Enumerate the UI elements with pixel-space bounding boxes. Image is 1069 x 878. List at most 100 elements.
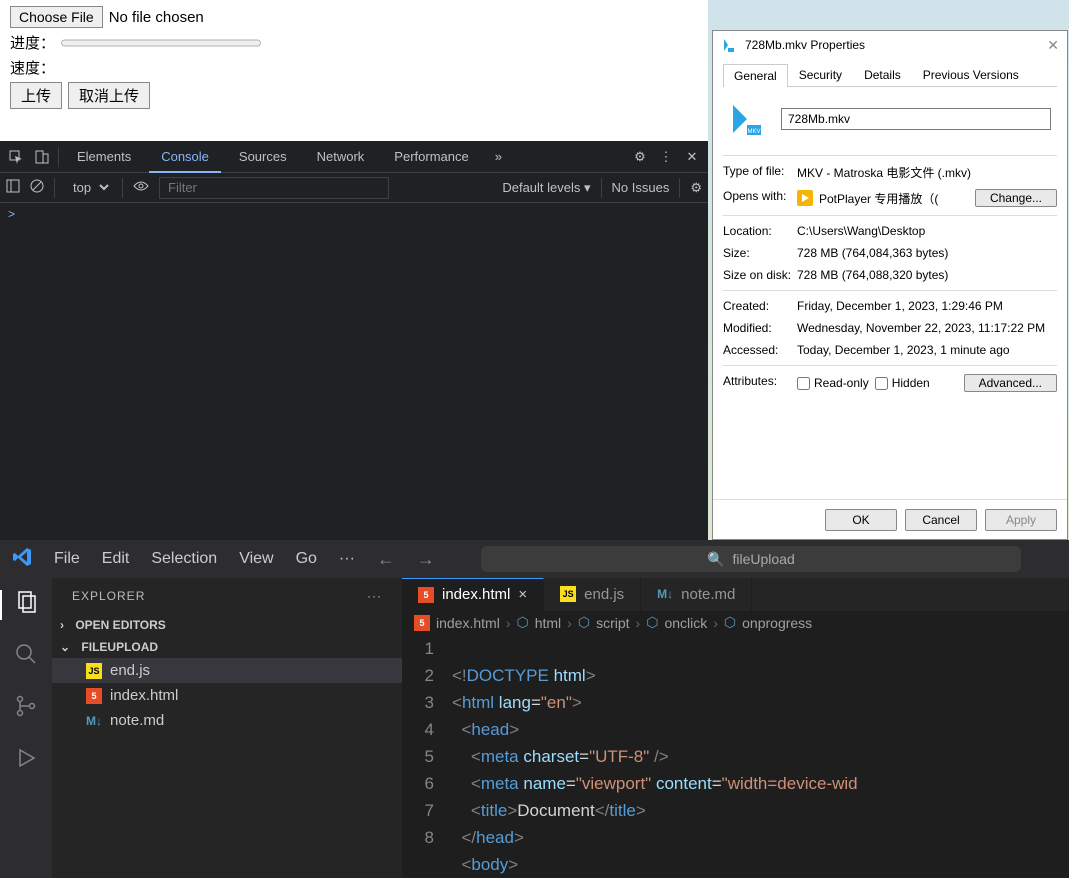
devtools-panel: Elements Console Sources Network Perform… <box>0 141 708 540</box>
devtools-tabbar: Elements Console Sources Network Perform… <box>0 141 708 173</box>
upload-page: Choose File No file chosen 进度： 速度： 上传 取消… <box>0 0 708 141</box>
menu-view[interactable]: View <box>239 550 273 568</box>
ok-button[interactable]: OK <box>825 509 897 531</box>
clear-console-icon[interactable] <box>30 179 44 196</box>
cancel-upload-button[interactable]: 取消上传 <box>68 82 150 109</box>
advanced-button[interactable]: Advanced... <box>964 374 1057 392</box>
change-button[interactable]: Change... <box>975 189 1057 207</box>
props-tabs: General Security Details Previous Versio… <box>723 63 1057 87</box>
breadcrumb[interactable]: 5index.html ›⬡ html ›⬡ script ›⬡ onclick… <box>402 611 1069 635</box>
filename-input[interactable] <box>781 108 1051 130</box>
explorer-sidebar: EXPLORER ··· › OPEN EDITORS ⌄ FILEUPLOAD… <box>52 578 402 878</box>
tab-details[interactable]: Details <box>853 63 912 86</box>
inspect-icon[interactable] <box>6 147 26 167</box>
explorer-icon[interactable] <box>0 590 52 620</box>
mkv-icon: MKV <box>729 101 765 137</box>
modified-value: Wednesday, November 22, 2023, 11:17:22 P… <box>797 321 1057 335</box>
levels-dropdown[interactable]: Default levels ▾ <box>502 180 590 196</box>
opens-value: PotPlayer 专用播放（( <box>819 190 938 207</box>
tab-previous-versions[interactable]: Previous Versions <box>912 63 1030 86</box>
tab-performance[interactable]: Performance <box>382 141 480 173</box>
vscode-window: File Edit Selection View Go ··· ← → 🔍 fi… <box>0 540 1069 878</box>
open-editors-section[interactable]: › OPEN EDITORS <box>52 614 402 636</box>
accessed-value: Today, December 1, 2023, 1 minute ago <box>797 343 1057 357</box>
kebab-icon[interactable]: ⋮ <box>656 147 676 167</box>
tab-notemd[interactable]: M↓note.md <box>641 578 752 611</box>
close-icon[interactable]: ✕ <box>682 147 702 167</box>
project-section[interactable]: ⌄ FILEUPLOAD <box>52 636 402 658</box>
accessed-key: Accessed: <box>723 343 797 357</box>
tabs-more[interactable]: » <box>487 149 510 164</box>
potplayer-icon <box>797 190 813 206</box>
run-debug-icon[interactable] <box>14 746 38 776</box>
nav-back-icon[interactable]: ← <box>377 549 395 570</box>
js-icon: JS <box>560 586 576 602</box>
js-icon: JS <box>86 663 102 679</box>
eye-icon[interactable] <box>133 180 149 195</box>
md-icon: M↓ <box>86 713 102 729</box>
explorer-more-icon[interactable]: ··· <box>367 589 382 603</box>
tab-console[interactable]: Console <box>149 141 221 173</box>
file-notemd[interactable]: M↓note.md <box>52 708 402 733</box>
menu-go[interactable]: Go <box>296 550 317 568</box>
nav-forward-icon[interactable]: → <box>417 549 435 570</box>
location-value: C:\Users\Wang\Desktop <box>797 224 1057 238</box>
device-toggle-icon[interactable] <box>32 147 52 167</box>
search-text: fileUpload <box>732 551 794 567</box>
location-key: Location: <box>723 224 797 238</box>
chevron-right-icon: › <box>60 618 64 632</box>
vscode-logo-icon <box>12 547 32 572</box>
search-activity-icon[interactable] <box>14 642 38 672</box>
close-tab-icon[interactable]: × <box>518 586 527 603</box>
gear-icon[interactable]: ⚙ <box>630 147 650 167</box>
menu-file[interactable]: File <box>54 550 80 568</box>
no-issues-label: No Issues <box>612 180 670 195</box>
tab-indexhtml[interactable]: 5index.html× <box>402 578 544 611</box>
menu-selection[interactable]: Selection <box>151 550 217 568</box>
code-lines: <!DOCTYPE html> <html lang="en"> <head> … <box>452 635 1069 878</box>
filter-input[interactable] <box>159 177 389 199</box>
console-gear-icon[interactable]: ⚙ <box>690 180 702 196</box>
apply-button[interactable]: Apply <box>985 509 1057 531</box>
cancel-button[interactable]: Cancel <box>905 509 977 531</box>
file-indexhtml[interactable]: 5index.html <box>52 683 402 708</box>
readonly-checkbox[interactable]: Read-only <box>797 376 869 390</box>
opens-key: Opens with: <box>723 189 797 207</box>
menu-edit[interactable]: Edit <box>102 550 130 568</box>
created-key: Created: <box>723 299 797 313</box>
svg-text:MKV: MKV <box>747 129 760 135</box>
choose-file-button[interactable]: Choose File <box>10 6 103 28</box>
html-icon: 5 <box>414 615 430 631</box>
tab-sources[interactable]: Sources <box>227 141 299 173</box>
hidden-checkbox[interactable]: Hidden <box>875 376 930 390</box>
tab-network[interactable]: Network <box>305 141 377 173</box>
console-body[interactable]: > <box>0 203 708 225</box>
code-editor[interactable]: 12345678 <!DOCTYPE html> <html lang="en"… <box>402 635 1069 878</box>
editor-tabs: 5index.html× JSend.js M↓note.md <box>402 578 1069 611</box>
size-key: Size: <box>723 246 797 260</box>
activity-bar <box>0 578 52 878</box>
upload-button[interactable]: 上传 <box>10 82 62 109</box>
menubar: File Edit Selection View Go ··· ← → 🔍 fi… <box>0 540 1069 578</box>
file-endjs[interactable]: JSend.js <box>52 658 402 683</box>
line-gutter: 12345678 <box>402 635 452 878</box>
dialog-titlebar[interactable]: 728Mb.mkv Properties ✕ <box>713 31 1067 59</box>
tab-general[interactable]: General <box>723 64 788 87</box>
tab-endjs[interactable]: JSend.js <box>544 578 641 611</box>
progress-bar <box>61 36 261 50</box>
sidebar-toggle-icon[interactable] <box>6 179 20 196</box>
md-icon: M↓ <box>657 586 673 602</box>
chevron-down-icon: ⌄ <box>60 640 70 654</box>
sizeondisk-value: 728 MB (764,088,320 bytes) <box>797 268 1057 282</box>
close-icon[interactable]: ✕ <box>1047 37 1059 54</box>
speed-label: 速度： <box>10 57 55 78</box>
tab-elements[interactable]: Elements <box>65 141 143 173</box>
source-control-icon[interactable] <box>14 694 38 724</box>
html-icon: 5 <box>418 587 434 603</box>
menu-more[interactable]: ··· <box>339 550 355 568</box>
context-selector[interactable]: top <box>65 177 112 198</box>
no-file-label: No file chosen <box>109 9 204 26</box>
tab-security[interactable]: Security <box>788 63 853 86</box>
search-icon: 🔍 <box>707 551 724 568</box>
command-center[interactable]: 🔍 fileUpload <box>481 546 1021 572</box>
